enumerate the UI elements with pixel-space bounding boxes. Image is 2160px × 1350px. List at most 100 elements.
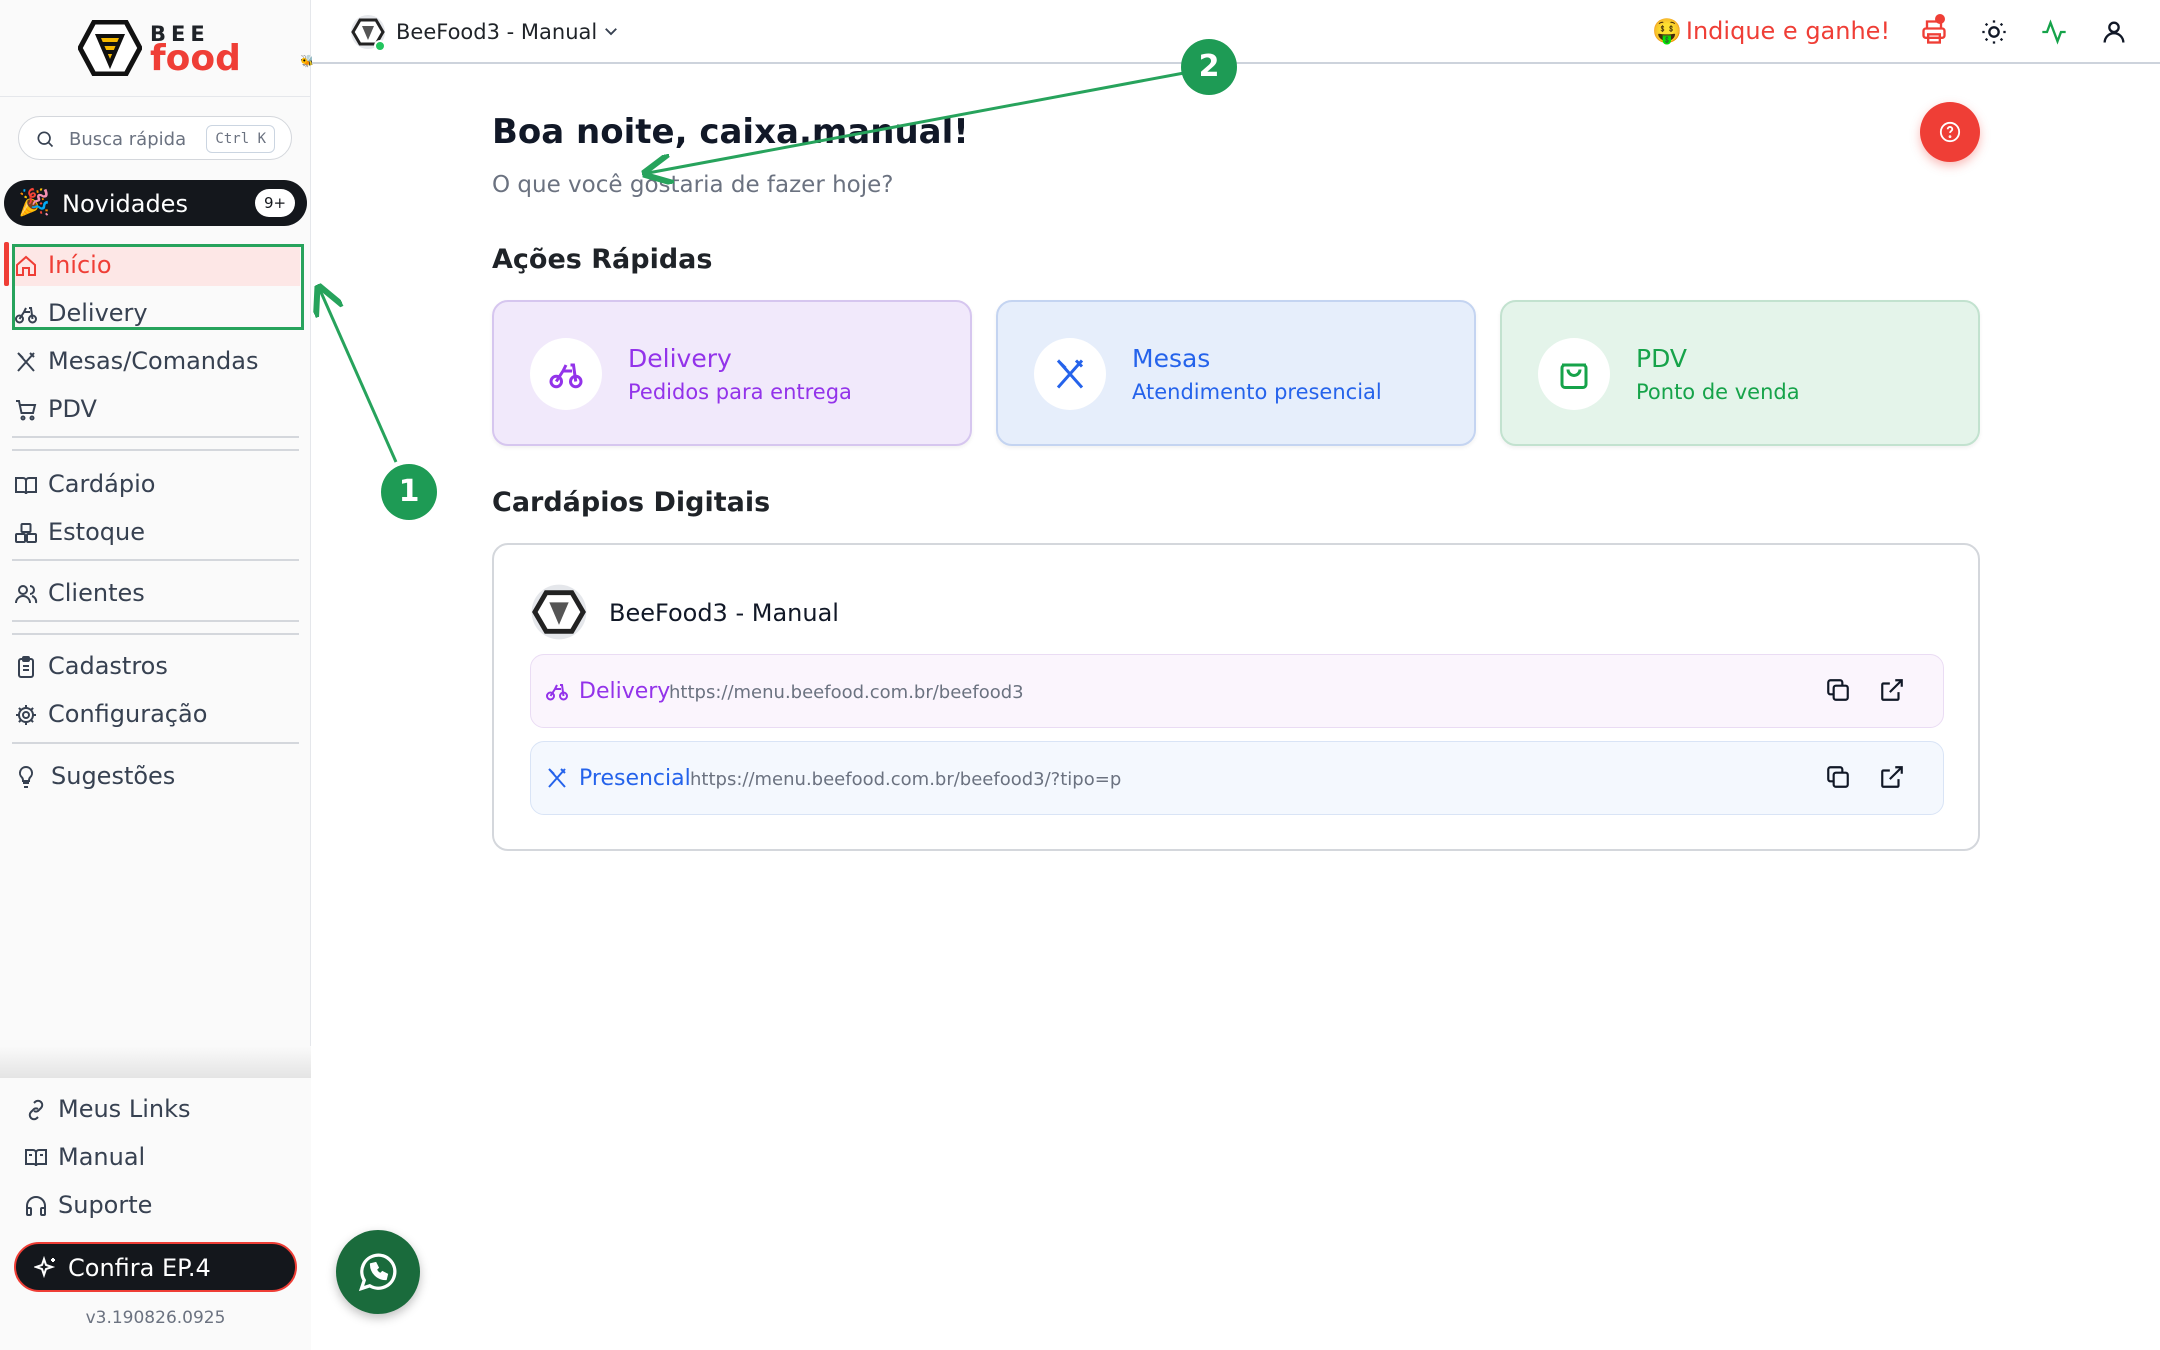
sidebar-item-label: Clientes [48, 579, 145, 607]
sidebar-item-label: Meus Links [58, 1095, 191, 1123]
page-title: Boa noite, caixa.manual! [492, 112, 969, 152]
online-status-dot [374, 40, 386, 52]
sidebar-item-cadastros[interactable]: Cadastros [14, 645, 300, 687]
search-placeholder: Busca rápida [69, 129, 187, 150]
divider [12, 742, 299, 744]
active-indicator [4, 242, 9, 286]
digital-menus-card: BeeFood3 - Manual Delivery https://menu.… [492, 543, 1980, 851]
search-icon [37, 131, 54, 148]
brand-bottom: food [150, 38, 241, 79]
sidebar-item-label: Cadastros [48, 652, 168, 680]
annotation-highlight-box [12, 244, 304, 330]
brand-logo[interactable]: BEE food [78, 20, 241, 80]
money-face-icon: 🤑 [1652, 17, 1682, 45]
confira-label: Confira EP.4 [68, 1254, 211, 1282]
divider [12, 449, 299, 451]
shopping-bag-icon [1560, 363, 1588, 389]
divider [0, 96, 311, 97]
external-link-icon[interactable] [1879, 677, 1905, 703]
headphones-icon [26, 1196, 46, 1216]
utensils-icon [17, 352, 35, 372]
sparkles-icon [34, 1256, 56, 1279]
sidebar-item-label: Mesas/Comandas [48, 347, 259, 375]
store-selector[interactable]: BeeFood3 - Manual [396, 20, 597, 44]
sidebar-item-cardapio[interactable]: Cardápio [14, 463, 300, 505]
quick-action-title: Mesas [1132, 344, 1211, 373]
sidebar-item-meus-links[interactable]: Meus Links [24, 1088, 310, 1130]
sidebar-item-pdv[interactable]: PDV [14, 388, 300, 430]
menu-link-url[interactable]: https://menu.beefood.com.br/beefood3/?ti… [690, 769, 1121, 790]
sidebar-item-mesas[interactable]: Mesas/Comandas [14, 340, 300, 382]
quick-action-title: Delivery [628, 344, 732, 373]
activity-icon[interactable] [2040, 18, 2068, 46]
menu-link-presencial: Presencial https://menu.beefood.com.br/b… [530, 741, 1944, 815]
quick-actions-title: Ações Rápidas [492, 244, 713, 275]
chevron-down-icon[interactable] [602, 22, 620, 40]
annotation-badge-2: 2 [1181, 39, 1237, 95]
copy-icon[interactable] [1825, 677, 1851, 703]
topbar: BeeFood3 - Manual 🤑 Indique e ganhe! [312, 0, 2160, 64]
external-link-icon[interactable] [1879, 764, 1905, 790]
quick-action-mesas[interactable]: Mesas Atendimento presencial [996, 300, 1476, 446]
sidebar-item-label: Configuração [48, 700, 208, 728]
quick-action-subtitle: Atendimento presencial [1132, 380, 1382, 404]
copy-icon[interactable] [1825, 764, 1851, 790]
quick-action-pdv[interactable]: PDV Ponto de venda [1500, 300, 1980, 446]
sidebar-item-configuracao[interactable]: Configuração [14, 693, 300, 735]
users-icon [15, 585, 38, 604]
notification-dot [1935, 14, 1945, 24]
sidebar-item-clientes[interactable]: Clientes [14, 572, 300, 614]
sidebar-fade [0, 1046, 311, 1078]
user-icon[interactable] [2100, 18, 2128, 46]
divider [12, 559, 299, 561]
novidades-badge: 9+ [255, 189, 295, 217]
quick-action-icon-circle [1538, 338, 1610, 410]
bee-logo-icon [78, 20, 142, 76]
menu-store-name: BeeFood3 - Manual [609, 599, 839, 627]
store-logo-icon [531, 584, 587, 640]
whatsapp-icon [358, 1253, 397, 1292]
book-open-icon [15, 477, 37, 495]
sidebar-item-label: Cardápio [48, 470, 156, 498]
help-button[interactable] [1920, 102, 1980, 162]
sidebar-item-suporte[interactable]: Suporte [24, 1184, 310, 1226]
boxes-icon [15, 523, 37, 543]
sidebar: BEE food 🐝 Busca rápida Ctrl K 🎉 Novidad… [0, 0, 315, 1350]
sidebar-item-manual[interactable]: Manual [24, 1136, 310, 1178]
gear-icon [16, 705, 36, 725]
quick-action-title: PDV [1636, 344, 1687, 373]
search-input[interactable]: Busca rápida Ctrl K [18, 116, 292, 160]
version-text: v3.190826.0925 [85, 1308, 226, 1328]
confira-button[interactable]: Confira EP.4 [14, 1242, 297, 1292]
utensils-icon [548, 768, 566, 788]
book-icon [25, 1149, 47, 1167]
help-circle-icon [1939, 121, 1961, 143]
quick-action-icon-circle [530, 338, 602, 410]
divider [12, 633, 299, 635]
bicycle-icon [549, 363, 583, 389]
utensils-icon [1056, 359, 1084, 389]
indique-link[interactable]: 🤑 Indique e ganhe! [1652, 17, 1890, 45]
digital-menus-title: Cardápios Digitais [492, 487, 771, 518]
quick-action-subtitle: Ponto de venda [1636, 380, 1800, 404]
lightbulb-icon [18, 765, 34, 788]
cart-icon [16, 400, 37, 421]
quick-action-delivery[interactable]: Delivery Pedidos para entrega [492, 300, 972, 446]
search-shortcut: Ctrl K [206, 125, 275, 153]
whatsapp-button[interactable] [336, 1230, 420, 1314]
novidades-label: Novidades [62, 190, 188, 218]
divider [12, 620, 299, 622]
sidebar-item-sugestoes[interactable]: Sugestões [14, 755, 300, 797]
clipboard-icon [18, 656, 34, 678]
sidebar-item-label: PDV [48, 395, 97, 423]
indique-label: Indique e ganhe! [1685, 17, 1891, 45]
sun-icon[interactable] [1980, 18, 2008, 46]
menu-link-url[interactable]: https://menu.beefood.com.br/beefood3 [669, 682, 1024, 703]
annotation-badge-1: 1 [381, 464, 437, 520]
divider [12, 436, 299, 438]
menu-link-delivery: Delivery https://menu.beefood.com.br/bee… [530, 654, 1944, 728]
sidebar-item-label: Sugestões [51, 762, 176, 790]
novidades-button[interactable]: 🎉 Novidades 9+ [4, 180, 307, 226]
party-popper-icon: 🎉 [18, 188, 51, 218]
sidebar-item-estoque[interactable]: Estoque [14, 511, 300, 553]
